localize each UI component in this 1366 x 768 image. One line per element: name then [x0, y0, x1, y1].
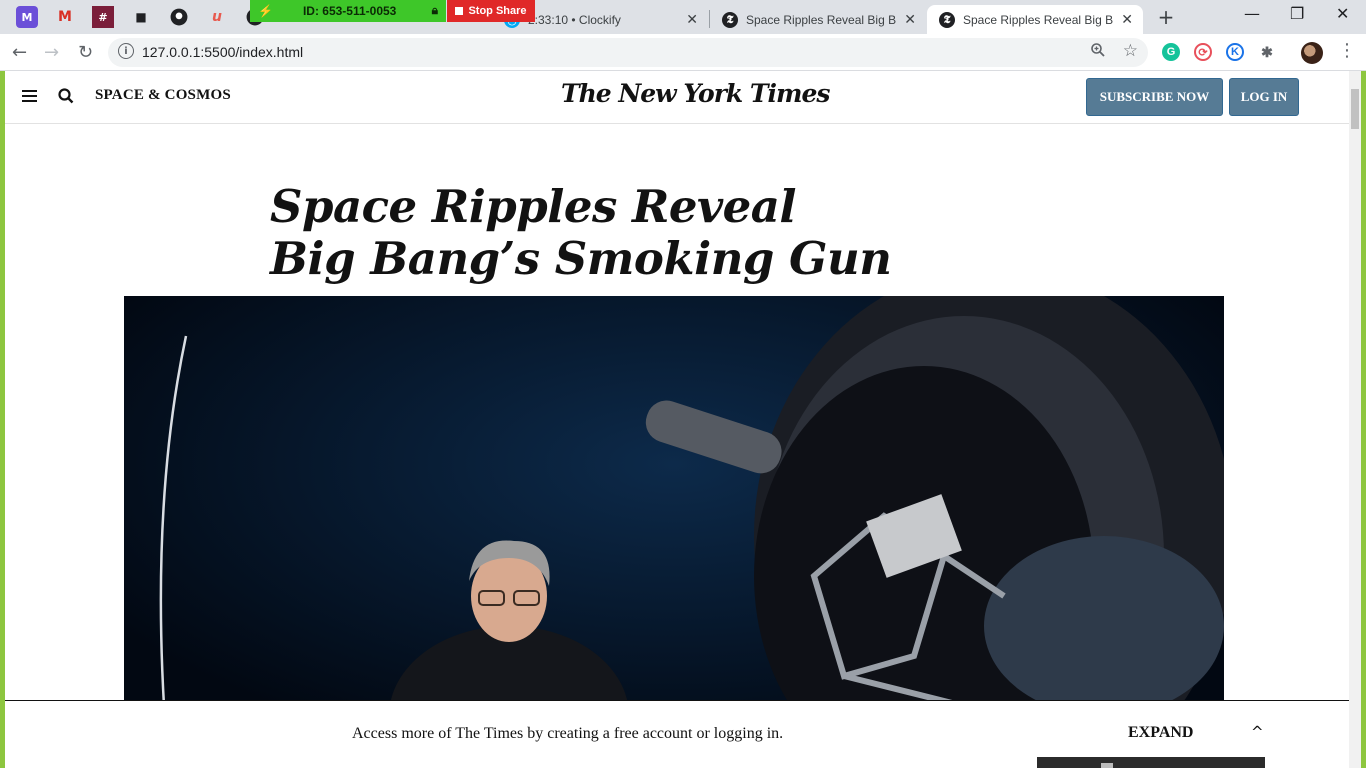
zoom-magnifier-icon[interactable] [1090, 42, 1106, 62]
bookmark-star-icon[interactable]: ☆ [1123, 41, 1138, 61]
zoom-meeting-id-bar[interactable]: ⚡ ID: 653-511-0053 🔒︎ [250, 0, 446, 22]
zoom-meeting-id: ID: 653-511-0053 [302, 4, 397, 18]
browser-tab-strip: M M # ■ u ◔ 2:33:10 • Clockify ✕ 𝕿 Space… [0, 0, 1366, 34]
tab-close-icon[interactable]: ✕ [1121, 11, 1133, 28]
pinned-tab-gmail-icon[interactable]: M [54, 6, 76, 28]
section-link[interactable]: SPACE & COSMOS [95, 87, 231, 104]
site-info-icon[interactable]: i [118, 43, 134, 59]
pinned-tab-app-icon[interactable]: ■ [130, 6, 152, 28]
nyt-masthead: SPACE & COSMOS The New York Times SUBSCR… [5, 71, 1349, 124]
pinned-tab-extension-icon[interactable]: M [16, 6, 38, 28]
close-window-button[interactable]: ✕ [1336, 4, 1349, 23]
web-page: SPACE & COSMOS The New York Times SUBSCR… [5, 71, 1361, 768]
hero-image-telescope-scientist [124, 296, 1224, 716]
tab-close-icon[interactable]: ✕ [904, 11, 916, 28]
nyt-tab-icon: 𝕿 [722, 12, 738, 28]
expand-button[interactable]: EXPAND [1128, 724, 1193, 742]
search-icon[interactable] [58, 88, 74, 104]
tab-close-icon[interactable]: ✕ [686, 11, 698, 28]
minimize-window-button[interactable]: — [1244, 4, 1260, 23]
new-tab-button[interactable]: + [1156, 5, 1176, 29]
grammarly-extension-icon[interactable]: G [1162, 43, 1180, 61]
article-headline: Space Ripples Reveal Big Bang’s Smoking … [270, 181, 910, 285]
stop-share-label: Stop Share [468, 5, 527, 17]
tab-space-ripples-active[interactable]: 𝕿 Space Ripples Reveal Big Bang ✕ [927, 5, 1143, 34]
tab-space-ripples-1[interactable]: 𝕿 Space Ripples Reveal Big Bang ✕ [710, 5, 926, 34]
headline-line-1: Space Ripples Reveal [270, 180, 797, 233]
address-bar[interactable]: i 127.0.0.1:5500/index.html ☆ [108, 38, 1148, 67]
nyt-logo[interactable]: The New York Times [561, 79, 830, 108]
lock-icon: 🔒︎ [431, 3, 438, 17]
browser-toolbar: ← → ↻ i 127.0.0.1:5500/index.html ☆ G ⟳ … [0, 34, 1366, 71]
log-in-button[interactable]: LOG IN [1229, 78, 1299, 116]
extension-icon-blue[interactable]: K [1226, 43, 1244, 61]
tab-clockify-label: 2:33:10 • Clockify [528, 12, 621, 27]
stop-share-button[interactable]: Stop Share [447, 0, 535, 22]
regwall-message: Access more of The Times by creating a f… [352, 725, 784, 742]
pinned-tab-udemy-icon[interactable]: u [206, 6, 228, 28]
url-text[interactable]: 127.0.0.1:5500/index.html [142, 44, 303, 60]
forward-arrow-icon[interactable]: → [44, 42, 59, 63]
bottom-dock-bar [1037, 757, 1265, 768]
browser-menu-icon[interactable]: ⋮ [1338, 40, 1356, 61]
stop-icon [455, 7, 464, 15]
extension-icon-red[interactable]: ⟳ [1194, 43, 1212, 61]
profile-avatar[interactable] [1301, 42, 1323, 64]
bug-extension-icon[interactable]: ✱ [1258, 43, 1276, 61]
subscribe-now-button[interactable]: SUBSCRIBE NOW [1086, 78, 1223, 116]
pinned-tab-grid-icon[interactable]: # [92, 6, 114, 28]
caret-up-icon[interactable]: ^ [1251, 723, 1264, 741]
hamburger-menu-icon[interactable] [22, 90, 37, 102]
headline-line-2: Big Bang’s Smoking Gun [270, 232, 892, 285]
zoom-share-icon: ⚡ [258, 4, 273, 18]
back-arrow-icon[interactable]: ← [12, 42, 27, 63]
reload-icon[interactable]: ↻ [78, 42, 93, 63]
nyt-tab-icon: 𝕿 [939, 12, 955, 28]
tab-space-ripples-label: Space Ripples Reveal Big Bang [746, 12, 896, 27]
restore-window-button[interactable]: ❐ [1290, 4, 1304, 23]
pinned-tab-github-icon[interactable] [168, 6, 190, 28]
tab-space-ripples-active-label: Space Ripples Reveal Big Bang [963, 12, 1113, 27]
page-scrollbar[interactable] [1349, 71, 1361, 768]
scrollbar-thumb[interactable] [1351, 89, 1359, 129]
